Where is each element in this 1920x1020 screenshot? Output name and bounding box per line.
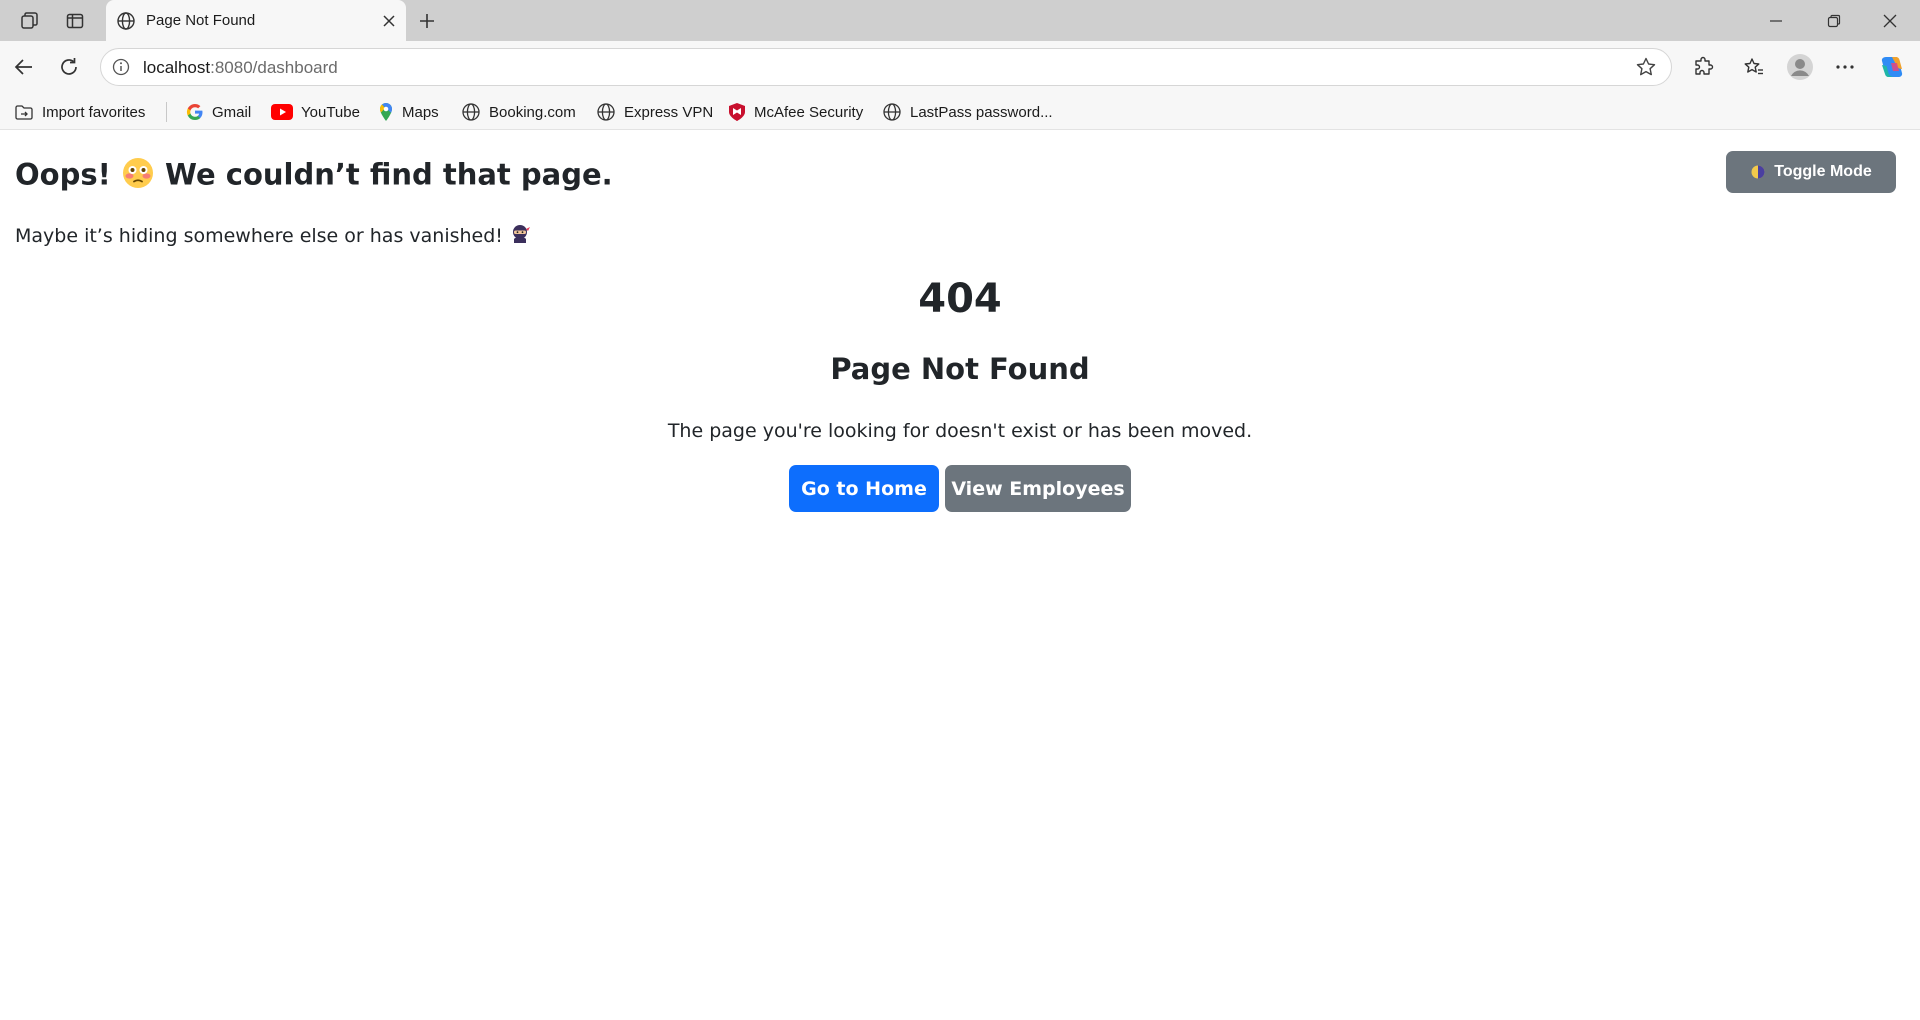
flushed-face-emoji [121,156,155,197]
bookmark-label: McAfee Security [754,103,864,121]
globe-icon [882,102,902,122]
profile-avatar-icon[interactable] [1782,49,1818,85]
bookmark-youtube[interactable]: YouTube [271,94,360,130]
vertical-tabs-icon[interactable] [60,6,90,36]
youtube-icon [271,104,293,120]
toggle-mode-button[interactable]: Toggle Mode [1726,151,1896,193]
bookmark-import-favorites[interactable]: Import favorites [14,94,145,130]
bookmark-express-vpn[interactable]: Express VPN [596,94,713,130]
import-favorites-icon [14,102,34,122]
address-bar[interactable]: localhost:8080/dashboard [100,48,1672,86]
bookmark-booking[interactable]: Booking.com [461,94,576,130]
heading-prefix: Oops! [15,157,111,192]
page-subtext: Maybe it’s hiding somewhere else or has … [15,223,531,250]
bookmark-mcafee[interactable]: McAfee Security [728,94,863,130]
new-tab-button[interactable] [412,6,442,36]
ninja-emoji [509,223,531,250]
heading-suffix: We couldn’t find that page. [165,157,613,192]
bookmark-label: Booking.com [489,103,576,121]
favorite-star-icon[interactable] [1635,56,1657,78]
copilot-icon[interactable] [1874,49,1910,85]
bookmark-label: Gmail [212,103,252,121]
tab-title: Page Not Found [146,12,256,29]
bookmark-label: Import favorites [42,103,146,121]
extensions-puzzle-icon[interactable] [1686,49,1722,85]
favorites-list-icon[interactable] [1736,49,1772,85]
browser-toolbar: localhost:8080/dashboard [0,41,1920,94]
go-to-home-button[interactable]: Go to Home [789,465,939,512]
active-tab[interactable]: Page Not Found [106,0,406,41]
bookmark-label: YouTube [301,103,360,121]
back-arrow-icon[interactable] [6,49,42,85]
minimize-icon[interactable] [1748,0,1804,41]
more-menu-icon[interactable] [1827,49,1863,85]
site-info-icon[interactable] [111,57,131,77]
not-found-title: Page Not Found [830,352,1090,386]
bookmark-lastpass[interactable]: LastPass password... [882,94,1053,130]
google-icon [186,103,204,121]
url-text[interactable]: localhost:8080/dashboard [143,58,338,78]
refresh-icon[interactable] [51,49,87,85]
bookmark-label: Maps [402,103,439,121]
toggle-mode-label: Toggle Mode [1774,163,1872,180]
bookmark-label: Express VPN [624,103,714,121]
bookmarks-bar: Import favorites Gmail YouTube Maps Book… [0,94,1920,130]
globe-icon [461,102,481,122]
globe-icon [596,102,616,122]
bookmark-label: LastPass password... [910,103,1053,121]
browser-tab-strip: Page Not Found [0,0,1920,41]
globe-icon [116,11,136,31]
page-viewport: Oops! We couldn’t find that page. Maybe … [4,130,1916,1016]
bookmark-gmail[interactable]: Gmail [186,94,251,130]
restore-icon[interactable] [1806,0,1862,41]
half-moon-icon [1750,164,1766,180]
maps-pin-icon [378,102,394,122]
close-tab-icon[interactable] [382,14,396,28]
close-window-icon[interactable] [1862,0,1918,41]
not-found-description: The page you're looking for doesn't exis… [667,420,1253,442]
error-code: 404 [918,276,1002,322]
mcafee-icon [728,102,746,122]
page-heading: Oops! We couldn’t find that page. [15,156,613,197]
url-host: localhost [143,58,211,77]
bookmark-maps[interactable]: Maps [378,94,439,130]
subtext-text: Maybe it’s hiding somewhere else or has … [15,225,503,247]
url-path: :8080/dashboard [210,58,338,77]
view-employees-button[interactable]: View Employees [945,465,1131,512]
bookmarks-separator [166,102,167,122]
workspaces-icon[interactable] [15,6,45,36]
